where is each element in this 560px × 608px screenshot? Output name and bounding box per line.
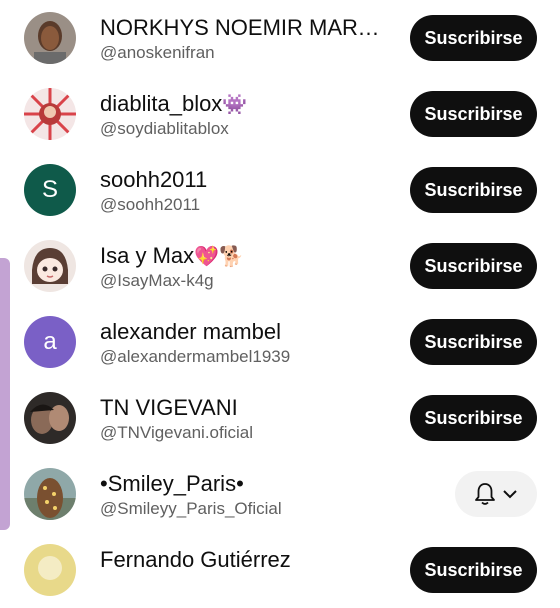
channel-row[interactable]: •Smiley_Paris• @Smileyy_Paris_Oficial: [0, 456, 560, 532]
channel-row[interactable]: TN VIGEVANI @TNVigevani.oficial Suscribi…: [0, 380, 560, 456]
subscribe-button[interactable]: Suscribirse: [410, 91, 537, 137]
subscribe-button[interactable]: Suscribirse: [410, 167, 537, 213]
channel-row[interactable]: NORKHYS NOEMIR MARTI... @anoskenifran Su…: [0, 0, 560, 76]
avatar[interactable]: a: [24, 316, 76, 368]
channel-handle: @TNVigevani.oficial: [100, 423, 254, 442]
subscribe-button[interactable]: Suscribirse: [410, 243, 537, 289]
channel-handle: @soohh2011: [100, 195, 201, 214]
channel-name[interactable]: •Smiley_Paris•: [100, 470, 392, 498]
chevron-down-icon: [503, 490, 517, 499]
channel-handle: @soydiablitablox: [100, 119, 229, 138]
avatar[interactable]: [24, 392, 76, 444]
channel-name[interactable]: diablita_blox👾: [100, 90, 392, 119]
channel-row[interactable]: a alexander mambel @alexandermambel1939 …: [0, 304, 560, 380]
channel-row[interactable]: Isa y Max💖🐕 @IsayMax-k4g Suscribirse: [0, 228, 560, 304]
avatar[interactable]: [24, 240, 76, 292]
subscribe-button[interactable]: Suscribirse: [410, 15, 537, 61]
channel-row[interactable]: S soohh2011 @soohh2011 Suscribirse: [0, 152, 560, 228]
subscribe-button[interactable]: Suscribirse: [410, 547, 537, 593]
channel-name[interactable]: TN VIGEVANI: [100, 394, 392, 422]
channel-handle: @Smileyy_Paris_Oficial: [100, 499, 282, 518]
avatar[interactable]: [24, 544, 76, 596]
avatar[interactable]: [24, 12, 76, 64]
channel-name[interactable]: NORKHYS NOEMIR MARTI...: [100, 14, 392, 42]
avatar[interactable]: [24, 88, 76, 140]
avatar-letter: a: [43, 328, 57, 355]
channel-handle: @anoskenifran: [100, 43, 215, 62]
avatar[interactable]: S: [24, 164, 76, 216]
notification-bell-button[interactable]: [455, 471, 537, 517]
avatar-letter: S: [41, 176, 58, 203]
channel-name[interactable]: Isa y Max💖🐕: [100, 242, 392, 271]
channel-name[interactable]: alexander mambel: [100, 318, 392, 346]
channel-name[interactable]: Fernando Gutiérrez: [100, 546, 392, 574]
avatar[interactable]: [24, 468, 76, 520]
channel-row[interactable]: Fernando Gutiérrez Suscribirse: [0, 532, 560, 608]
channel-handle: @IsayMax-k4g: [100, 271, 214, 290]
channel-handle: @alexandermambel1939: [100, 347, 291, 366]
subscribe-button[interactable]: Suscribirse: [410, 395, 537, 441]
bell-icon: [475, 483, 495, 505]
subscribe-button[interactable]: Suscribirse: [410, 319, 537, 365]
channel-name[interactable]: soohh2011: [100, 166, 392, 194]
channel-row[interactable]: diablita_blox👾 @soydiablitablox Suscribi…: [0, 76, 560, 152]
